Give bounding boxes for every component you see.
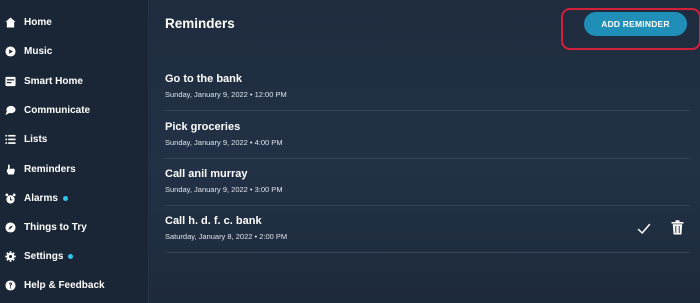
sidebar-item-music[interactable]: Music — [0, 40, 149, 62]
sidebar: Home Music Smart Home Communicate Lists … — [0, 0, 149, 303]
sidebar-item-label: Reminders — [24, 163, 76, 175]
sidebar-item-smart-home[interactable]: Smart Home — [0, 70, 149, 92]
list-icon — [4, 133, 16, 145]
sidebar-item-label: Alarms — [24, 192, 58, 204]
reminder-time: Sunday, January 9, 2022 • 4:00 PM — [165, 138, 283, 147]
sidebar-item-things-to-try[interactable]: Things to Try — [0, 216, 149, 238]
sidebar-item-lists[interactable]: Lists — [0, 128, 149, 150]
main-content: Reminders ADD REMINDER Go to the bank Su… — [150, 0, 700, 303]
trash-icon[interactable] — [671, 220, 684, 235]
reminder-item[interactable]: Pick groceries Sunday, January 9, 2022 •… — [165, 112, 690, 159]
sidebar-item-settings[interactable]: Settings — [0, 245, 149, 267]
sidebar-item-label: Smart Home — [24, 75, 83, 87]
sidebar-item-home[interactable]: Home — [0, 11, 149, 33]
sidebar-item-reminders[interactable]: Reminders — [0, 158, 149, 180]
sidebar-item-label: Help & Feedback — [24, 279, 105, 291]
sidebar-item-communicate[interactable]: Communicate — [0, 99, 149, 121]
compass-icon — [4, 221, 16, 233]
page-title: Reminders — [165, 16, 235, 31]
chat-icon — [4, 104, 16, 116]
reminder-item[interactable]: Call h. d. f. c. bank Saturday, January … — [165, 206, 690, 253]
alarm-clock-icon — [4, 192, 16, 204]
home-icon — [4, 16, 16, 28]
sidebar-item-alarms[interactable]: Alarms — [0, 187, 149, 209]
reminder-item[interactable]: Go to the bank Sunday, January 9, 2022 •… — [165, 64, 690, 111]
sidebar-item-label: Things to Try — [24, 221, 87, 233]
reminder-title: Go to the bank — [165, 73, 242, 85]
add-reminder-button[interactable]: ADD REMINDER — [584, 12, 687, 36]
help-icon — [4, 279, 16, 291]
notification-dot — [68, 253, 74, 259]
smart-home-icon — [4, 75, 16, 87]
reminder-time: Saturday, January 8, 2022 • 2:00 PM — [165, 232, 288, 241]
reminder-title: Call anil murray — [165, 168, 248, 180]
sidebar-item-label: Settings — [24, 250, 64, 262]
play-icon — [4, 45, 16, 57]
reminder-title: Call h. d. f. c. bank — [165, 215, 262, 227]
sidebar-item-help-feedback[interactable]: Help & Feedback — [0, 274, 149, 296]
reminder-time: Sunday, January 9, 2022 • 3:00 PM — [165, 185, 283, 194]
sidebar-item-label: Home — [24, 16, 52, 28]
reminder-time: Sunday, January 9, 2022 • 12:00 PM — [165, 90, 287, 99]
sidebar-item-label: Communicate — [24, 104, 91, 116]
notification-dot — [62, 195, 68, 201]
check-icon[interactable] — [637, 222, 651, 236]
reminder-hand-icon — [4, 163, 16, 175]
sidebar-item-label: Lists — [24, 133, 48, 145]
reminder-item[interactable]: Call anil murray Sunday, January 9, 2022… — [165, 159, 690, 206]
reminder-title: Pick groceries — [165, 121, 241, 133]
gear-icon — [4, 250, 16, 262]
sidebar-item-label: Music — [24, 45, 53, 57]
